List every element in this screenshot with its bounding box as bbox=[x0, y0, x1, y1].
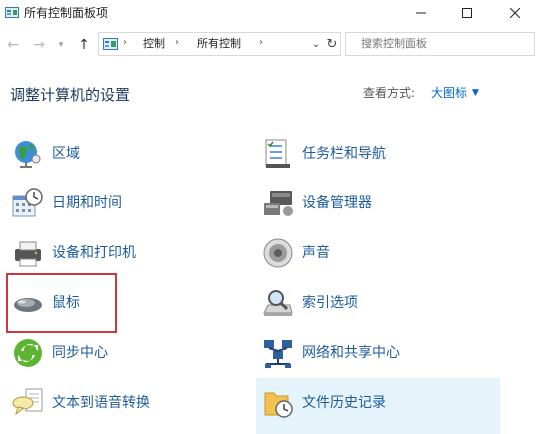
search-placeholder: 搜索控制面板 bbox=[361, 37, 427, 50]
item-indexing-options[interactable]: 索引选项 bbox=[256, 281, 500, 325]
view-by-caret-icon[interactable]: ▼ bbox=[472, 84, 479, 102]
maximize-button[interactable] bbox=[444, 0, 490, 26]
recent-dropdown-icon: ▾ bbox=[58, 40, 64, 50]
item-label[interactable]: 设备管理器 bbox=[302, 193, 372, 213]
breadcrumb-control[interactable]: 控制 bbox=[143, 37, 165, 51]
item-file-history[interactable]: 文件历史记录 bbox=[256, 381, 500, 425]
annotation-highlight-box bbox=[6, 273, 117, 333]
close-button[interactable] bbox=[492, 0, 538, 26]
refresh-icon: ↻ bbox=[326, 36, 338, 52]
breadcrumb-separator[interactable]: › bbox=[259, 37, 263, 48]
back-button[interactable]: ← bbox=[4, 35, 22, 55]
maximize-icon bbox=[462, 8, 472, 18]
breadcrumb-all-control[interactable]: 所有控制 bbox=[197, 37, 241, 51]
item-sound[interactable]: 声音 bbox=[256, 231, 500, 275]
page-title: 调整计算机的设置 bbox=[10, 86, 131, 104]
search-box[interactable]: 搜索控制面板 bbox=[345, 32, 535, 56]
item-label[interactable]: 网络和共享中心 bbox=[302, 343, 400, 363]
view-by-dropdown[interactable]: 大图标 bbox=[431, 84, 467, 102]
item-sync-center[interactable]: 同步中心 bbox=[6, 331, 246, 375]
item-date-time[interactable]: 日期和时间 bbox=[6, 181, 246, 225]
region-globe-icon bbox=[15, 141, 41, 168]
minimize-button[interactable] bbox=[398, 0, 444, 26]
item-taskbar-navigation[interactable]: 任务栏和导航 bbox=[256, 132, 500, 176]
item-label[interactable]: 任务栏和导航 bbox=[302, 144, 386, 164]
address-dropdown-button[interactable]: ⌄ bbox=[309, 36, 323, 52]
sync-center-icon bbox=[14, 339, 42, 367]
item-label[interactable]: 文本到语音转换 bbox=[52, 393, 150, 413]
forward-button[interactable]: → bbox=[30, 35, 48, 55]
item-text-to-speech[interactable]: 文本到语音转换 bbox=[6, 381, 246, 425]
control-panel-icon bbox=[103, 38, 118, 50]
item-devices-printers[interactable]: 设备和打印机 bbox=[6, 231, 246, 275]
back-arrow-icon: ← bbox=[7, 37, 19, 53]
item-label[interactable]: 索引选项 bbox=[302, 293, 358, 313]
forward-arrow-icon: → bbox=[33, 37, 45, 53]
title-bar: 所有控制面板项 bbox=[0, 0, 539, 30]
text-to-speech-icon bbox=[12, 388, 43, 416]
network-icon bbox=[264, 340, 292, 368]
control-panel-icon bbox=[5, 7, 19, 18]
window-title: 所有控制面板项 bbox=[24, 6, 109, 20]
printer-icon bbox=[15, 241, 41, 267]
navigation-bar: ← → ▾ ↑ › 控制 › 所有控制 › ⌄ ↻ 搜索控制面板 bbox=[0, 32, 539, 58]
recent-locations-button[interactable]: ▾ bbox=[55, 35, 67, 55]
minimize-icon bbox=[416, 12, 426, 14]
device-manager-icon bbox=[264, 191, 293, 216]
close-icon bbox=[510, 8, 520, 18]
item-device-manager[interactable]: 设备管理器 bbox=[256, 181, 500, 225]
item-label[interactable]: 文件历史记录 bbox=[302, 393, 386, 413]
up-button[interactable]: ↑ bbox=[74, 35, 94, 55]
breadcrumb-separator[interactable]: › bbox=[175, 37, 179, 48]
view-by-label: 查看方式: bbox=[363, 86, 416, 100]
item-label[interactable]: 区域 bbox=[52, 144, 80, 164]
item-label[interactable]: 设备和打印机 bbox=[52, 243, 136, 263]
breadcrumb-separator[interactable]: › bbox=[123, 37, 127, 48]
speaker-icon bbox=[263, 238, 293, 268]
refresh-button[interactable]: ↻ bbox=[325, 35, 339, 53]
item-label[interactable]: 日期和时间 bbox=[52, 193, 122, 213]
indexing-icon bbox=[263, 290, 293, 316]
item-label[interactable]: 同步中心 bbox=[52, 343, 108, 363]
item-region[interactable]: 区域 bbox=[6, 132, 246, 176]
taskbar-icon bbox=[265, 139, 290, 168]
item-network-sharing[interactable]: 网络和共享中心 bbox=[256, 331, 500, 375]
up-arrow-icon: ↑ bbox=[78, 37, 90, 53]
file-history-icon bbox=[264, 392, 293, 418]
chevron-down-icon: ⌄ bbox=[311, 38, 321, 50]
item-label[interactable]: 声音 bbox=[302, 243, 330, 263]
address-bar[interactable]: › 控制 › 所有控制 › ⌄ ↻ bbox=[98, 32, 341, 56]
date-time-icon bbox=[12, 188, 43, 217]
